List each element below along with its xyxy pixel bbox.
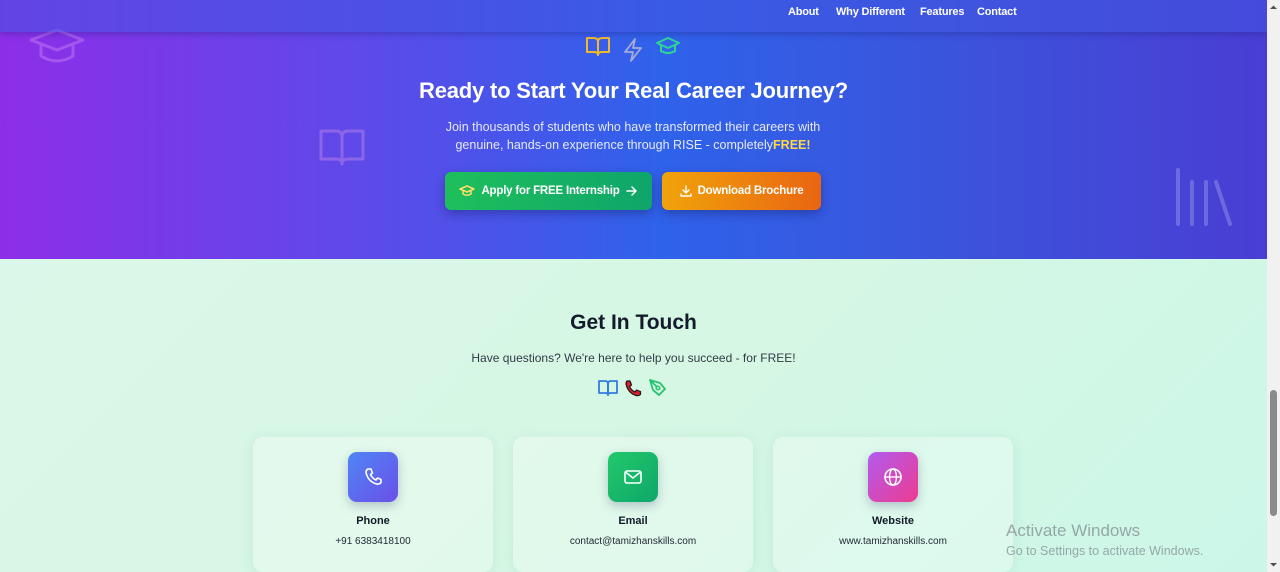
contact-subtitle: Have questions? We're here to help you s… <box>471 351 796 365</box>
graduation-cap-icon <box>459 185 476 196</box>
cta-section: About Why Different Features Contact Rea… <box>0 0 1267 259</box>
download-icon <box>679 185 692 197</box>
globe-icon-tile <box>868 452 918 502</box>
cta-description-line2: genuine, hands-on experience through RIS… <box>455 138 774 152</box>
cta-icon-row <box>585 34 685 62</box>
nav-link-features[interactable]: Features <box>920 6 964 18</box>
phone-icon <box>365 468 382 485</box>
phone-icon-tile <box>348 452 398 502</box>
nav-link-about[interactable]: About <box>788 6 819 18</box>
nav-link-contact[interactable]: Contact <box>977 6 1017 18</box>
contact-icon-row <box>597 377 669 399</box>
apply-internship-button[interactable]: Apply for FREE Internship <box>445 172 652 210</box>
nav-link-why-different[interactable]: Why Different <box>836 6 905 18</box>
cta-description: Join thousands of students who have tran… <box>433 118 833 154</box>
website-label: Website <box>872 515 914 527</box>
library-icon <box>1176 168 1232 226</box>
pen-icon <box>649 379 666 396</box>
download-brochure-button[interactable]: Download Brochure <box>662 172 821 210</box>
windows-activation-watermark: Activate Windows Go to Settings to activ… <box>1006 521 1203 558</box>
contact-title: Get In Touch <box>570 311 697 334</box>
cta-description-line1: Join thousands of students who have tran… <box>445 120 821 134</box>
phone-value[interactable]: +91 6383418100 <box>253 536 493 547</box>
contact-card-website: Website www.tamizhanskills.com <box>773 437 1013 572</box>
scroll-up-arrow-icon[interactable] <box>1269 3 1278 12</box>
vertical-scrollbar[interactable] <box>1267 0 1280 572</box>
book-icon <box>319 129 365 166</box>
arrow-right-icon <box>625 186 637 196</box>
email-value[interactable]: contact@tamizhanskills.com <box>513 536 753 547</box>
mail-icon-tile <box>608 452 658 502</box>
book-icon <box>598 380 618 396</box>
free-highlight: FREE! <box>773 138 811 152</box>
email-label: Email <box>618 515 648 527</box>
phone-label: Phone <box>356 515 390 527</box>
apply-internship-label: Apply for FREE Internship <box>481 185 620 197</box>
watermark-subtitle: Go to Settings to activate Windows. <box>1006 544 1204 558</box>
lightning-icon <box>624 38 642 62</box>
graduation-cap-icon <box>656 37 680 54</box>
watermark-title: Activate Windows <box>1006 521 1141 540</box>
book-icon <box>586 37 610 56</box>
globe-icon <box>884 468 902 486</box>
mail-icon <box>624 470 642 484</box>
graduation-cap-icon <box>29 28 85 63</box>
scroll-down-arrow-icon[interactable] <box>1269 560 1278 569</box>
contact-card-phone: Phone +91 6383418100 <box>253 437 493 572</box>
download-brochure-label: Download Brochure <box>697 185 804 197</box>
cta-title: Ready to Start Your Real Career Journey? <box>419 78 848 103</box>
contact-card-email: Email contact@tamizhanskills.com <box>513 437 753 572</box>
phone-icon <box>625 380 642 397</box>
scrollbar-thumb[interactable] <box>1270 390 1277 516</box>
website-value[interactable]: www.tamizhanskills.com <box>773 536 1013 547</box>
top-navbar: About Why Different Features Contact <box>0 0 1267 32</box>
